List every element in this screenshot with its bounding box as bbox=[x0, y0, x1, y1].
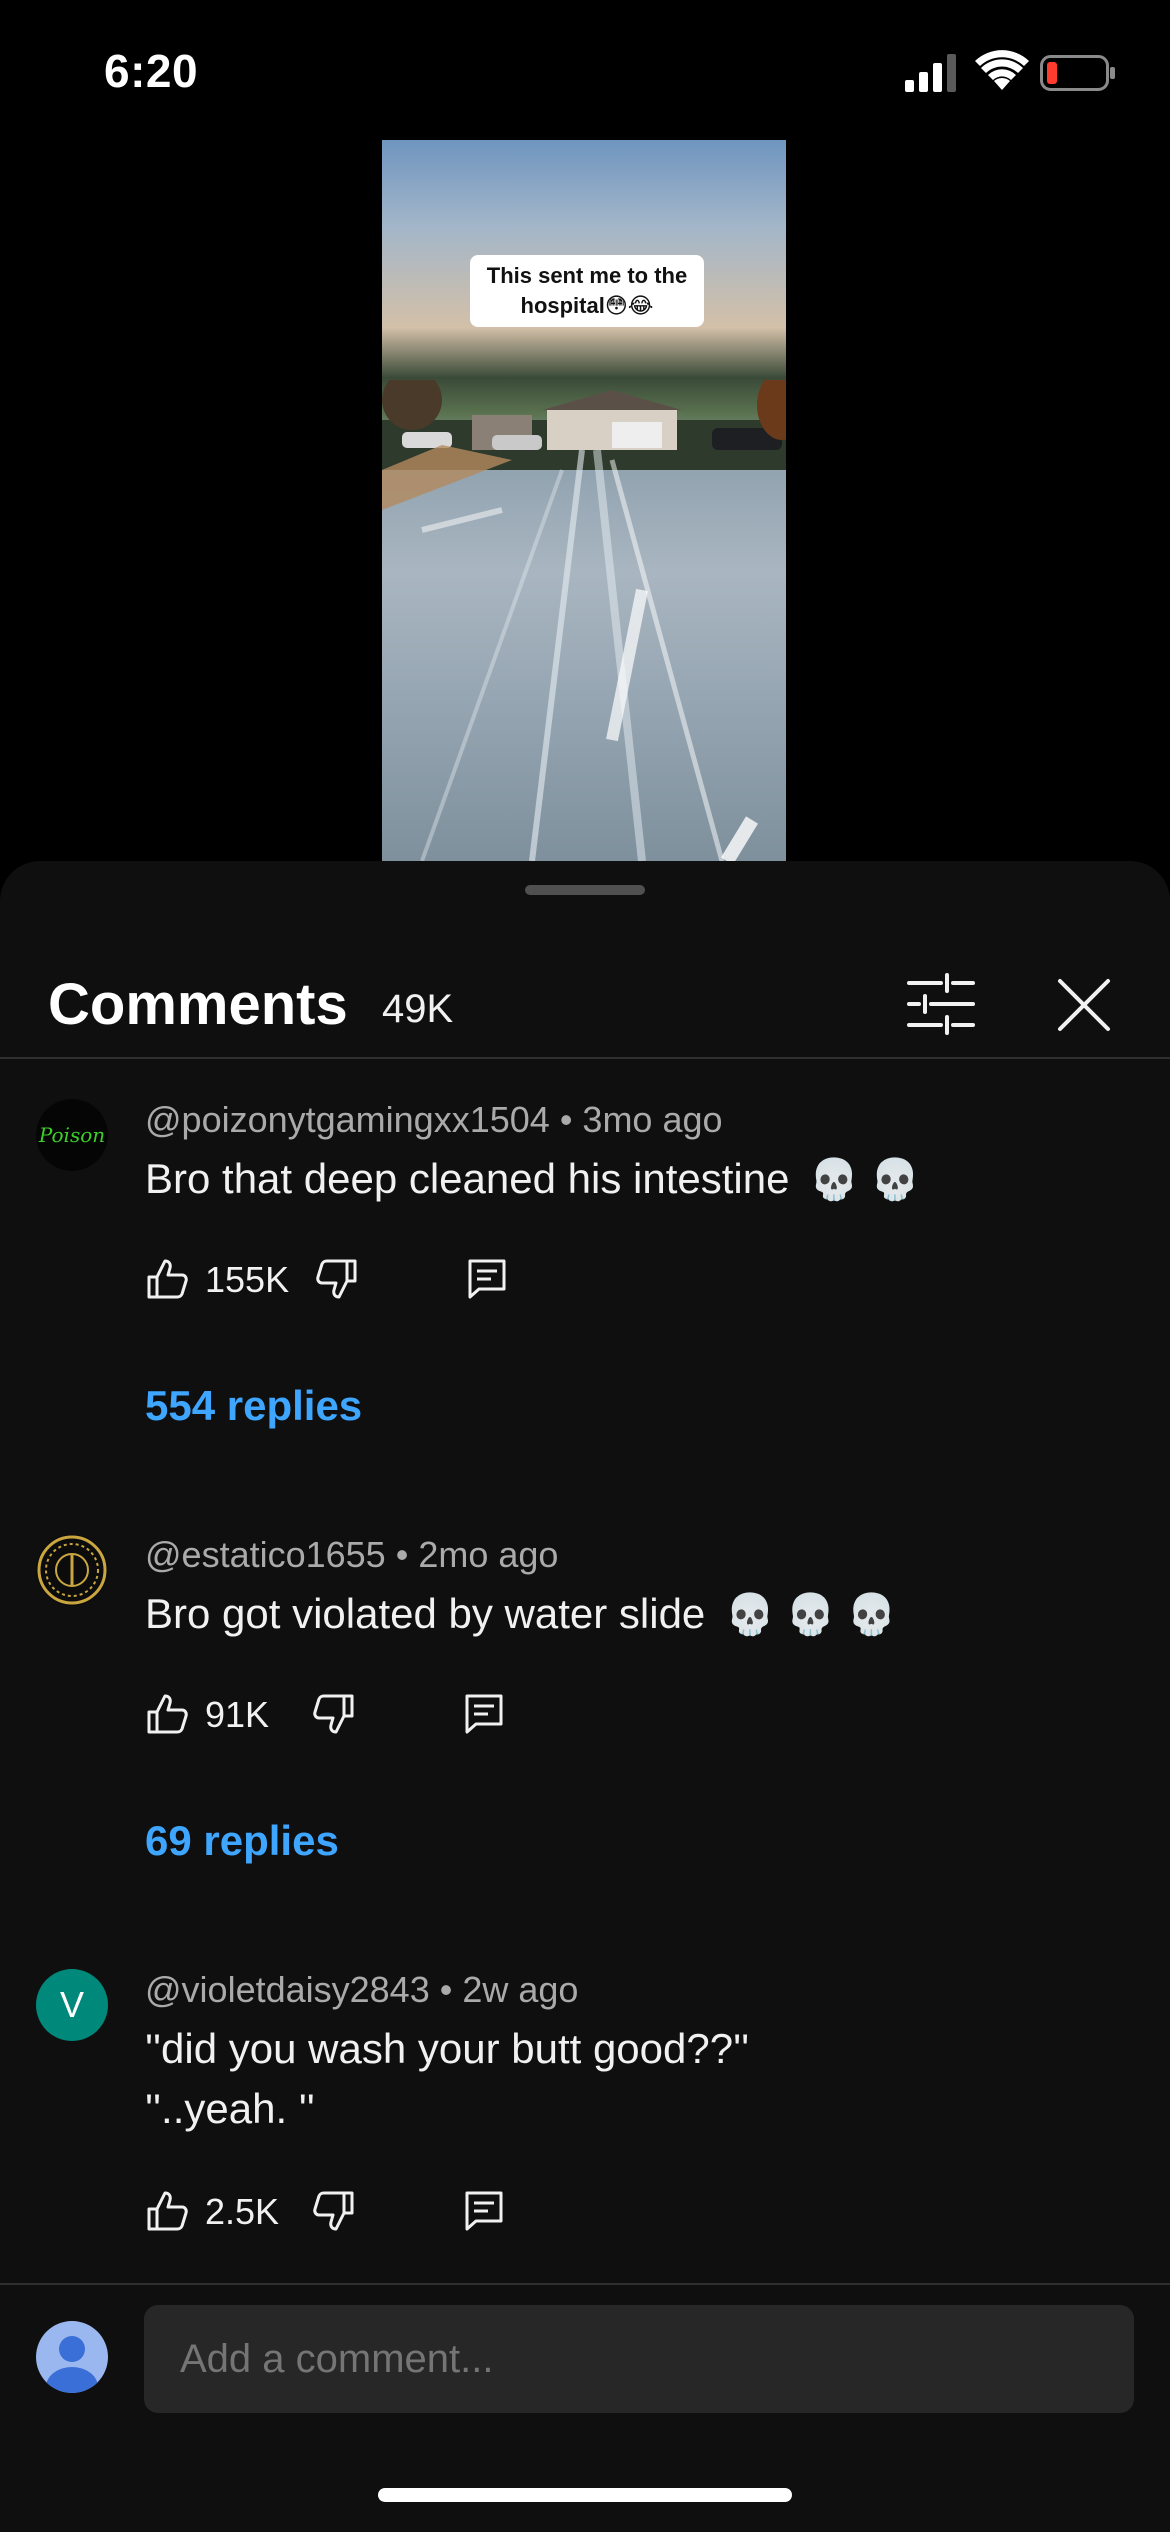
video-player[interactable]: This sent me to the hospital😳😂 bbox=[382, 140, 786, 861]
comment-actions: 2.5K bbox=[145, 2181, 745, 2241]
comment-author[interactable]: @violetdaisy2843 bbox=[145, 1969, 430, 2010]
add-comment-input[interactable] bbox=[144, 2305, 1134, 2413]
comment-text: Bro got violated by water slide 💀 💀 💀 bbox=[145, 1584, 897, 1645]
avatar-letter: V bbox=[59, 1984, 84, 2025]
like-icon[interactable] bbox=[145, 2189, 189, 2233]
reply-icon[interactable] bbox=[465, 1257, 509, 1301]
comment-meta: @violetdaisy2843 • 2w ago bbox=[145, 1969, 578, 2011]
like-count: 91K bbox=[205, 1694, 270, 1735]
skull-emoji: 💀 💀 💀 bbox=[724, 1593, 897, 1637]
comments-sheet: Comments 49K Poison @poizonytgamingxx150… bbox=[0, 861, 1170, 2532]
comment-text-line-2: ''..yeah. '' bbox=[145, 2085, 315, 2132]
reply-icon[interactable] bbox=[462, 2189, 506, 2233]
poison-logo-icon: Poison bbox=[38, 1123, 105, 1147]
close-icon[interactable] bbox=[1054, 975, 1114, 1035]
status-bar: 6:20 bbox=[0, 0, 1170, 140]
sheet-drag-handle[interactable] bbox=[525, 885, 645, 895]
status-time: 6:20 bbox=[104, 45, 199, 97]
sort-filter-icon[interactable] bbox=[905, 971, 977, 1037]
comment-age: 2w ago bbox=[462, 1969, 579, 2010]
comment-actions: 91K bbox=[145, 1684, 745, 1744]
wifi-icon bbox=[975, 50, 1029, 90]
view-replies-link[interactable]: 69 replies bbox=[145, 1817, 339, 1865]
like-icon[interactable] bbox=[145, 1692, 189, 1736]
like-icon[interactable] bbox=[145, 1257, 189, 1301]
comment-age: 3mo ago bbox=[582, 1099, 723, 1140]
comment-text-line-1: ''did you wash your butt good??'' bbox=[145, 2025, 750, 2072]
comment-meta: @estatico1655 • 2mo ago bbox=[145, 1534, 558, 1576]
default-user-icon bbox=[46, 2336, 98, 2393]
water-slide-surface bbox=[382, 445, 758, 861]
video-caption-overlay: This sent me to the hospital😳😂 bbox=[470, 255, 704, 327]
medallion-logo-icon bbox=[37, 1535, 107, 1605]
comment-text-body: Bro got violated by water slide bbox=[145, 1590, 706, 1637]
comments-title: Comments bbox=[48, 972, 348, 1037]
comment-actions: 155K bbox=[145, 1249, 745, 1309]
comment-text-body: Bro that deep cleaned his intestine bbox=[145, 1155, 790, 1202]
svg-text:Poison: Poison bbox=[38, 1123, 105, 1147]
home-indicator[interactable] bbox=[378, 2488, 792, 2502]
battery-low-icon bbox=[1040, 55, 1115, 91]
comments-header: Comments 49K bbox=[0, 941, 1170, 1059]
dislike-icon[interactable] bbox=[312, 2189, 356, 2233]
comment-item: @estatico1655 • 2mo ago Bro got violated… bbox=[0, 1534, 1170, 1934]
skull-emoji: 💀 💀 bbox=[809, 1158, 920, 1202]
comment-author[interactable]: @estatico1655 bbox=[145, 1534, 386, 1575]
avatar[interactable] bbox=[36, 1534, 108, 1606]
cellular-signal-icon bbox=[905, 54, 956, 92]
comment-text: Bro that deep cleaned his intestine 💀 💀 bbox=[145, 1149, 920, 1210]
comment-item: V @violetdaisy2843 • 2w ago ''did you wa… bbox=[0, 1969, 1170, 2269]
user-avatar[interactable] bbox=[36, 2321, 108, 2393]
reply-icon[interactable] bbox=[462, 1692, 506, 1736]
dislike-icon[interactable] bbox=[312, 1692, 356, 1736]
avatar[interactable]: Poison bbox=[36, 1099, 108, 1171]
comment-item: Poison @poizonytgamingxx1504 • 3mo ago B… bbox=[0, 1099, 1170, 1499]
view-replies-link[interactable]: 554 replies bbox=[145, 1382, 362, 1430]
meta-separator: • bbox=[439, 1969, 463, 2010]
meta-separator: • bbox=[395, 1534, 419, 1575]
comments-count: 49K bbox=[382, 987, 454, 1031]
dislike-icon[interactable] bbox=[315, 1257, 359, 1301]
comment-age: 2mo ago bbox=[418, 1534, 559, 1575]
like-count: 2.5K bbox=[205, 2191, 280, 2232]
comment-meta: @poizonytgamingxx1504 • 3mo ago bbox=[145, 1099, 723, 1141]
like-count: 155K bbox=[205, 1259, 290, 1300]
comment-author[interactable]: @poizonytgamingxx1504 bbox=[145, 1099, 550, 1140]
meta-separator: • bbox=[559, 1099, 583, 1140]
avatar[interactable]: V bbox=[36, 1969, 108, 2041]
